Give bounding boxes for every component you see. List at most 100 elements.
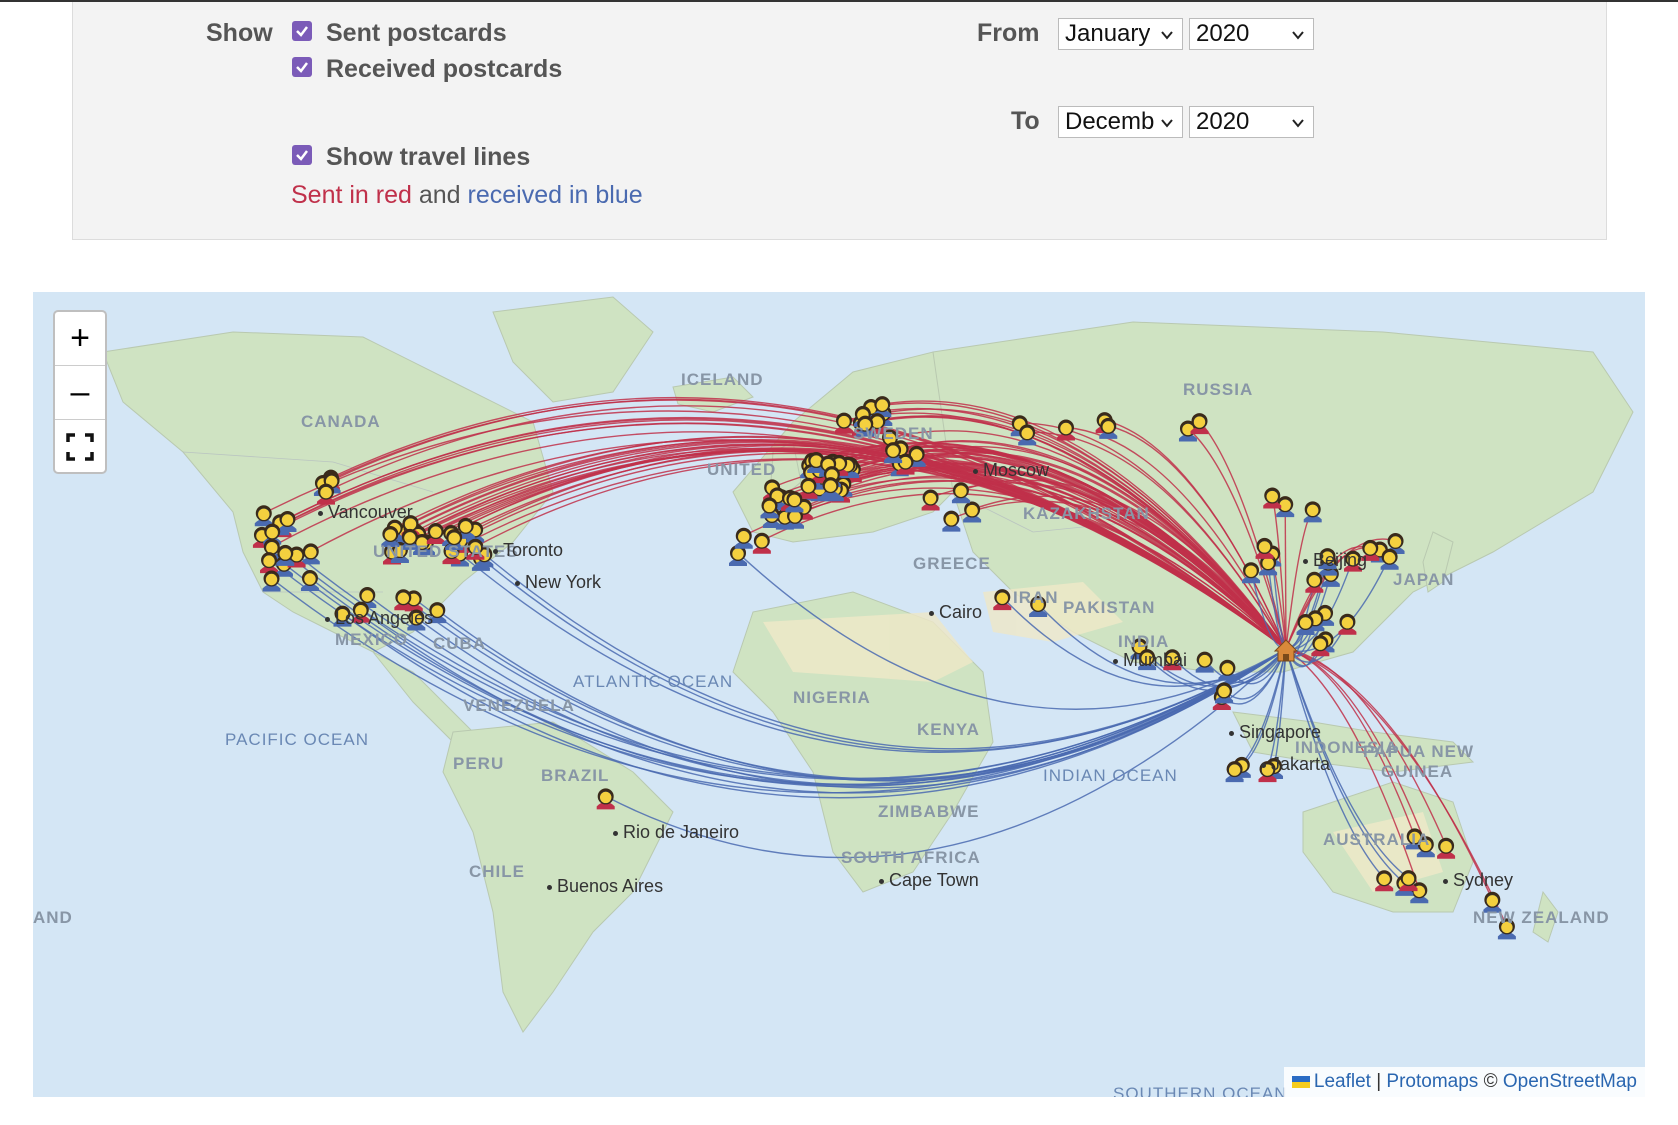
line-color-legend: Sent in red and received in blue xyxy=(291,181,643,210)
person-icon[interactable] xyxy=(760,497,779,519)
person-icon[interactable] xyxy=(752,532,771,554)
city-los-angeles: Los Angeles xyxy=(325,608,433,629)
person-icon[interactable] xyxy=(821,477,840,499)
from-label: From xyxy=(977,19,1040,47)
person-icon[interactable] xyxy=(1190,413,1209,435)
label-and-edge: AND xyxy=(33,908,73,927)
check-icon xyxy=(296,62,308,73)
map-attribution: Leaflet | Protomaps © OpenStreetMap xyxy=(1283,1067,1645,1097)
label-guinea: GUINEA xyxy=(1381,762,1454,781)
person-icon[interactable] xyxy=(785,491,804,513)
person-icon[interactable] xyxy=(262,570,281,592)
person-icon[interactable] xyxy=(300,569,319,591)
person-icon[interactable] xyxy=(942,510,961,532)
person-icon[interactable] xyxy=(921,489,940,511)
person-icon[interactable] xyxy=(951,482,970,504)
person-icon[interactable] xyxy=(799,477,818,499)
sent-checkbox[interactable] xyxy=(292,21,312,41)
person-icon[interactable] xyxy=(963,501,982,523)
label-sweden: SWEDEN xyxy=(853,424,934,443)
zoom-out-button[interactable]: – xyxy=(55,366,105,419)
person-icon[interactable] xyxy=(835,412,854,434)
label-zimbabwe: ZIMBABWE xyxy=(878,802,980,821)
person-icon[interactable] xyxy=(1380,548,1399,570)
zoom-in-button[interactable]: + xyxy=(55,312,105,365)
person-icon[interactable] xyxy=(1255,537,1274,559)
person-icon[interactable] xyxy=(276,544,295,566)
city-sydney: Sydney xyxy=(1443,870,1513,891)
person-icon[interactable] xyxy=(1305,571,1324,593)
postcard-map[interactable]: CANADA RUSSIA ICELAND UNITED SWEDEN KAZA… xyxy=(33,292,1645,1097)
person-icon[interactable] xyxy=(1437,837,1456,859)
travel-lines-checkbox[interactable] xyxy=(292,145,312,165)
travel-lines-label[interactable]: Show travel lines xyxy=(326,143,530,172)
legend-received: received in blue xyxy=(467,181,643,209)
legend-sent: Sent in red xyxy=(291,181,412,209)
person-icon[interactable] xyxy=(1225,761,1244,783)
person-icon[interactable] xyxy=(896,453,915,475)
to-month-select[interactable]: Decemb xyxy=(1058,106,1183,138)
ukraine-flag-icon xyxy=(1291,1075,1310,1088)
person-icon[interactable] xyxy=(1218,659,1237,681)
person-icon[interactable] xyxy=(1399,870,1418,892)
received-checkbox[interactable] xyxy=(292,57,312,77)
person-icon[interactable] xyxy=(734,527,753,549)
person-icon[interactable] xyxy=(426,523,445,545)
from-month-select[interactable]: January xyxy=(1058,18,1183,50)
legend-and: and xyxy=(418,181,461,209)
openstreetmap-link[interactable]: OpenStreetMap xyxy=(1503,1071,1637,1092)
person-icon[interactable] xyxy=(1296,613,1315,635)
person-icon[interactable] xyxy=(1263,487,1282,509)
city-singapore: Singapore xyxy=(1229,722,1321,743)
label-brazil: BRAZIL xyxy=(541,766,610,785)
label-south-africa: SOUTH AFRICA xyxy=(841,848,981,867)
fullscreen-icon xyxy=(66,432,94,461)
person-icon[interactable] xyxy=(993,589,1012,611)
person-icon[interactable] xyxy=(1242,562,1261,584)
person-icon[interactable] xyxy=(1018,424,1037,446)
greenland-land xyxy=(492,296,654,403)
label-japan: JAPAN xyxy=(1393,570,1455,589)
person-icon[interactable] xyxy=(1375,870,1394,892)
person-icon[interactable] xyxy=(1215,682,1234,704)
chevron-down-icon xyxy=(1292,31,1304,40)
protomaps-link[interactable]: Protomaps xyxy=(1386,1071,1478,1092)
person-icon[interactable] xyxy=(1195,651,1214,673)
city-mumbai: Mumbai xyxy=(1113,650,1187,671)
chevron-down-icon xyxy=(1292,119,1304,128)
city-buenos-aires: Buenos Aires xyxy=(547,876,663,897)
city-toronto: Toronto xyxy=(493,540,563,561)
person-icon[interactable] xyxy=(278,510,297,532)
person-icon[interactable] xyxy=(1338,613,1357,635)
person-icon[interactable] xyxy=(1099,417,1118,439)
label-pakistan: PAKISTAN xyxy=(1063,598,1156,617)
city-vancouver: Vancouver xyxy=(318,502,413,523)
to-year-select[interactable]: 2020 xyxy=(1189,106,1314,138)
sent-postcards-label[interactable]: Sent postcards xyxy=(326,19,507,48)
city-new-york: New York xyxy=(515,572,601,593)
label-papua: PAPUA NEW xyxy=(1363,742,1474,761)
city-rio: Rio de Janeiro xyxy=(613,822,739,843)
city-jakarta: Jakarta xyxy=(1261,754,1330,775)
person-icon[interactable] xyxy=(884,442,903,464)
leaflet-link[interactable]: Leaflet xyxy=(1314,1071,1371,1092)
person-icon[interactable] xyxy=(1056,419,1075,441)
person-icon[interactable] xyxy=(1311,635,1330,657)
received-postcards-label[interactable]: Received postcards xyxy=(326,55,562,84)
person-icon[interactable] xyxy=(596,788,615,810)
city-beijing: Beijing xyxy=(1303,550,1367,571)
label-southern-ocean: SOUTHERN OCEAN xyxy=(1113,1084,1288,1097)
from-year-select[interactable]: 2020 xyxy=(1189,18,1314,50)
to-label: To xyxy=(1011,107,1040,135)
label-russia: RUSSIA xyxy=(1183,380,1254,399)
label-chile: CHILE xyxy=(469,862,525,881)
person-icon[interactable] xyxy=(260,552,279,574)
person-icon[interactable] xyxy=(1303,501,1322,523)
label-kazakhstan: KAZAKHSTAN xyxy=(1023,504,1150,523)
label-new-zealand: NEW ZEALAND xyxy=(1473,908,1610,927)
label-iceland: ICELAND xyxy=(681,370,764,389)
check-icon xyxy=(296,26,308,37)
label-atlantic-ocean: ATLANTIC OCEAN xyxy=(573,672,734,691)
person-icon[interactable] xyxy=(254,505,273,527)
fullscreen-button[interactable] xyxy=(55,420,105,473)
